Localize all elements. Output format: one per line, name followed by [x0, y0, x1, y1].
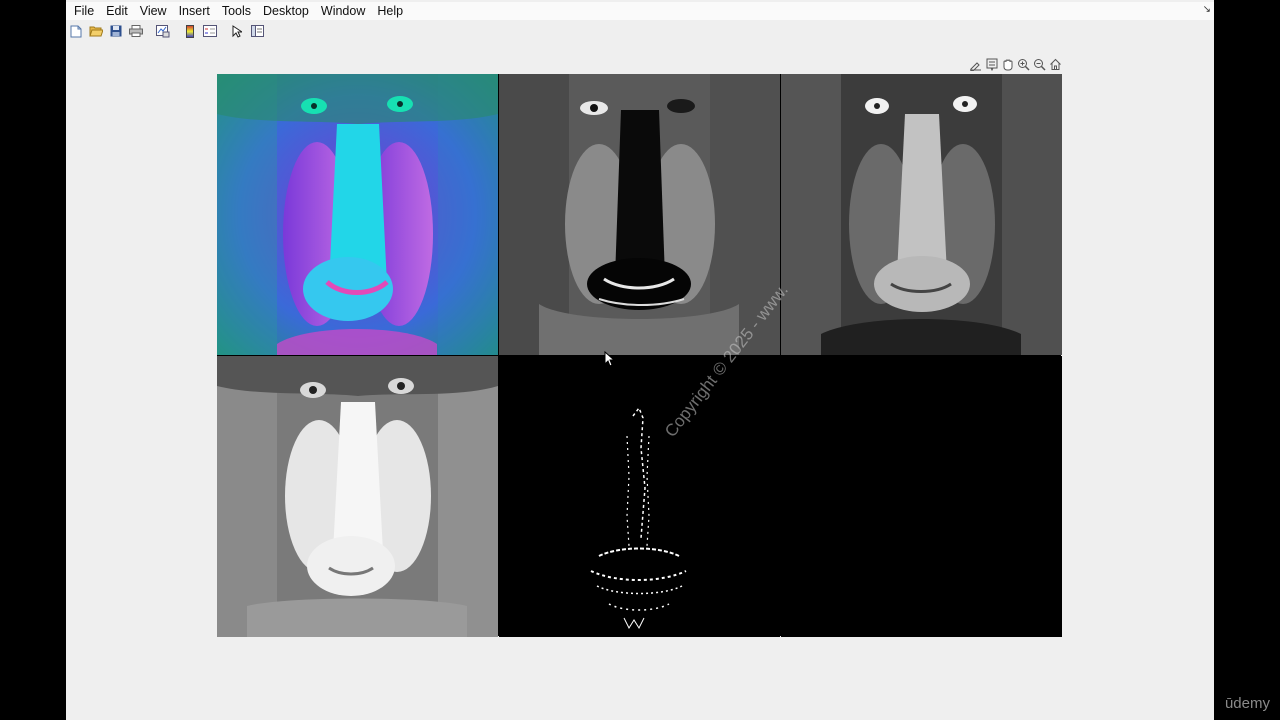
- figure-toolbar: [66, 21, 1214, 41]
- empty-subplot: [781, 356, 1062, 637]
- insert-colorbar-icon[interactable]: [183, 24, 197, 38]
- datatip-icon[interactable]: [984, 57, 999, 72]
- pan-icon[interactable]: [1000, 57, 1015, 72]
- menu-window[interactable]: Window: [315, 2, 371, 20]
- zoom-in-icon[interactable]: [1016, 57, 1031, 72]
- menu-desktop[interactable]: Desktop: [257, 2, 315, 20]
- subplot-figure: Copyright © 2025 - www.: [217, 74, 1062, 637]
- hsv-mandrill-image: [217, 74, 498, 355]
- link-plot-icon[interactable]: [156, 24, 170, 38]
- menu-help[interactable]: Help: [371, 2, 409, 20]
- open-file-icon[interactable]: [89, 24, 103, 38]
- insert-legend-icon[interactable]: [203, 24, 217, 38]
- brush-icon[interactable]: [968, 57, 983, 72]
- menu-bar: File Edit View Insert Tools Desktop Wind…: [66, 2, 1214, 20]
- axes-toolbar: [968, 57, 1063, 73]
- new-figure-icon[interactable]: [69, 24, 83, 38]
- print-icon[interactable]: [129, 24, 143, 38]
- zoom-out-icon[interactable]: [1032, 57, 1047, 72]
- restore-view-icon[interactable]: [1048, 57, 1063, 72]
- binary-mask-image: [499, 356, 780, 637]
- menu-edit[interactable]: Edit: [100, 2, 134, 20]
- property-inspector-icon[interactable]: [250, 24, 264, 38]
- value-channel-image: [217, 356, 498, 637]
- mouse-cursor-icon: [604, 351, 616, 367]
- matlab-figure-window: File Edit View Insert Tools Desktop Wind…: [66, 0, 1214, 720]
- dock-figure-icon[interactable]: ↘: [1203, 4, 1211, 15]
- menu-file[interactable]: File: [66, 2, 100, 20]
- menu-tools[interactable]: Tools: [216, 2, 257, 20]
- saturation-channel-image: [781, 74, 1062, 355]
- menu-insert[interactable]: Insert: [173, 2, 216, 20]
- edit-plot-icon[interactable]: [230, 24, 244, 38]
- save-icon[interactable]: [109, 24, 123, 38]
- menu-view[interactable]: View: [134, 2, 173, 20]
- hue-channel-image: [499, 74, 780, 355]
- udemy-logo: ūdemy: [1224, 695, 1270, 712]
